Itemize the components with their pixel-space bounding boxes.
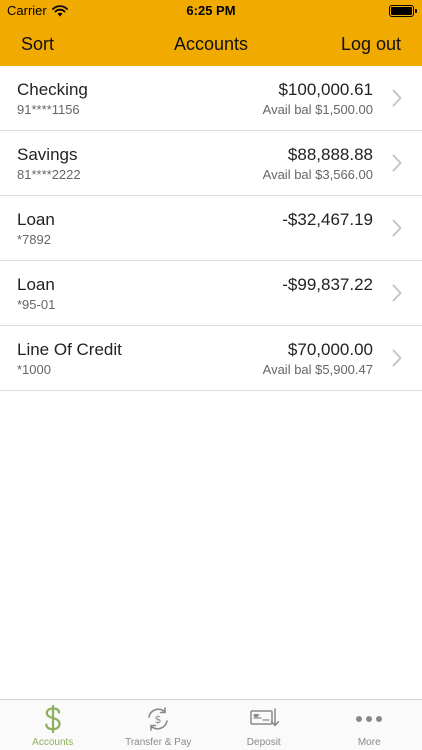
- account-balance: $70,000.00: [287, 340, 373, 359]
- tab-more[interactable]: More: [317, 700, 422, 750]
- account-name: Checking: [17, 80, 88, 99]
- available-balance: Avail bal $1,500.00: [262, 102, 373, 117]
- tab-deposit[interactable]: Deposit: [211, 700, 317, 750]
- chevron-right-icon: [392, 219, 402, 237]
- battery-icon: [389, 5, 417, 17]
- top-bar: Carrier 6:25 PM Sort Accounts Log out: [0, 0, 422, 66]
- account-number: *7892: [17, 232, 51, 247]
- chevron-right-icon: [392, 154, 402, 172]
- account-name: Loan: [17, 275, 55, 294]
- account-row-loan-7892[interactable]: Loan *7892 -$32,467.19: [0, 196, 422, 261]
- status-time: 6:25 PM: [186, 3, 236, 18]
- status-bar: Carrier 6:25 PM: [0, 0, 422, 22]
- account-number: *1000: [17, 362, 51, 377]
- tab-label: Deposit: [246, 737, 281, 748]
- tab-label: More: [357, 737, 381, 748]
- account-name: Savings: [17, 145, 78, 164]
- account-name: Loan: [17, 210, 55, 229]
- tab-accounts[interactable]: Accounts: [0, 700, 106, 750]
- account-balance: $88,888.88: [287, 145, 373, 164]
- transfer-icon: $: [148, 707, 169, 731]
- account-balance: $100,000.61: [278, 80, 373, 99]
- dollar-icon: [44, 705, 61, 733]
- chevron-right-icon: [392, 89, 402, 107]
- more-icon: [356, 716, 383, 722]
- tab-transfer-pay[interactable]: $ Transfer & Pay: [106, 700, 212, 750]
- available-balance: Avail bal $5,900.47: [262, 362, 373, 377]
- account-balance: -$99,837.22: [282, 275, 373, 294]
- account-row-savings[interactable]: Savings 81****2222 $88,888.88 Avail bal …: [0, 131, 422, 196]
- tab-label: Transfer & Pay: [125, 737, 192, 748]
- account-number: *95-01: [17, 297, 56, 312]
- account-balance: -$32,467.19: [282, 210, 373, 229]
- available-balance: Avail bal $3,566.00: [262, 167, 373, 182]
- svg-text:$: $: [155, 713, 162, 726]
- account-number: 81****2222: [17, 167, 81, 182]
- accounts-list: Checking 91****1156 $100,000.61 Avail ba…: [0, 66, 422, 391]
- account-row-checking[interactable]: Checking 91****1156 $100,000.61 Avail ba…: [0, 66, 422, 131]
- account-number: 91****1156: [17, 102, 80, 117]
- account-row-line-of-credit[interactable]: Line Of Credit *1000 $70,000.00 Avail ba…: [0, 326, 422, 391]
- tab-label: Accounts: [32, 737, 74, 748]
- account-row-loan-95-01[interactable]: Loan *95-01 -$99,837.22: [0, 261, 422, 326]
- chevron-right-icon: [392, 349, 402, 367]
- chevron-right-icon: [392, 284, 402, 302]
- navigation-bar: Sort Accounts Log out: [0, 22, 422, 66]
- account-name: Line Of Credit: [17, 340, 122, 359]
- deposit-icon: [250, 708, 279, 727]
- logout-button[interactable]: Log out: [341, 34, 401, 55]
- tab-bar: Accounts $ Transfer & Pay Deposit More: [0, 699, 422, 750]
